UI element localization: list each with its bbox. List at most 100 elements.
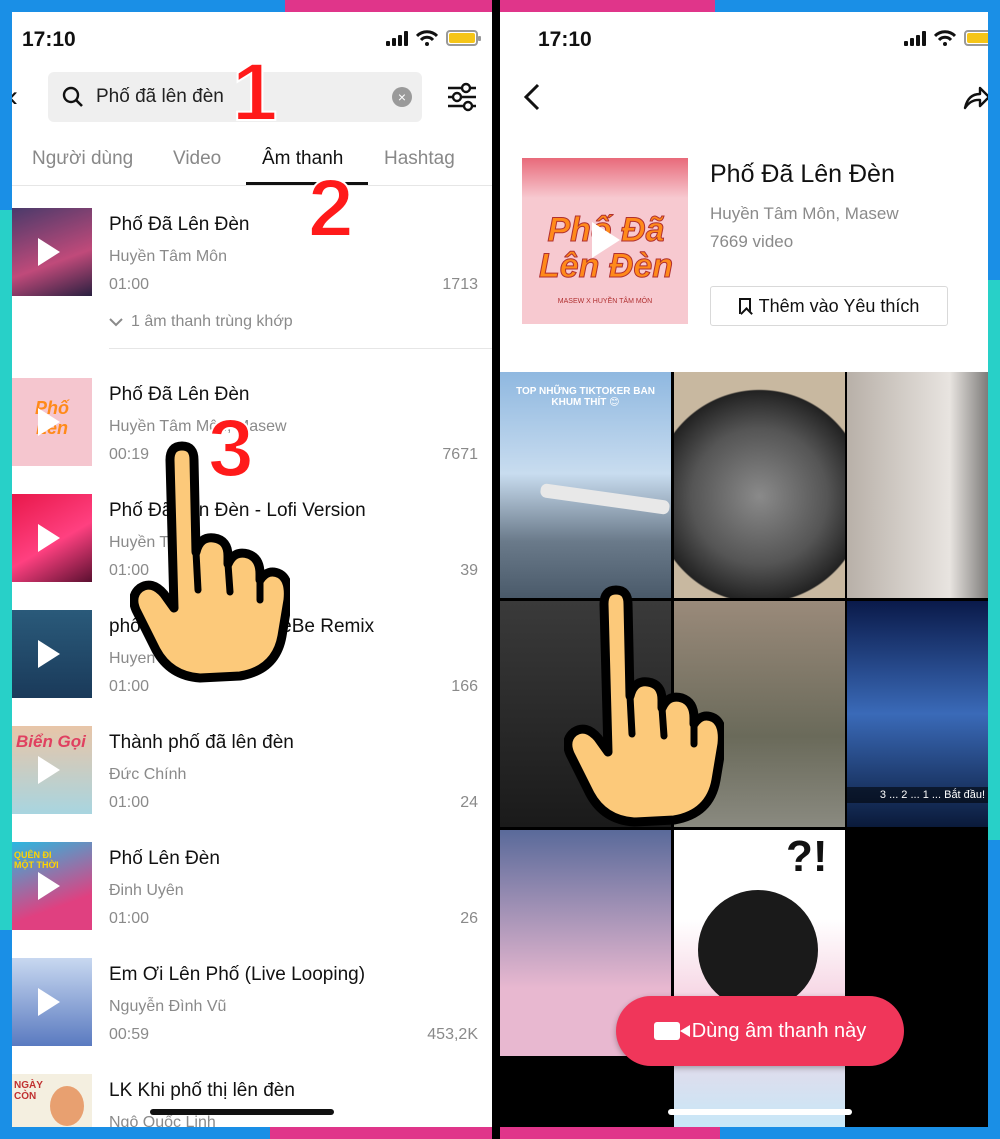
cover-decoration [522, 158, 688, 198]
sound-thumbnail: Biển Gọi [12, 726, 92, 814]
sound-thumbnail: Phố Lên [12, 378, 92, 466]
pointing-hand-icon [130, 441, 290, 683]
video-thumbnail[interactable]: ?! [674, 830, 845, 1127]
sound-result-item[interactable]: NGÀY CÒN LK Khi phố thị lên đèn Ngô Quốc… [12, 1074, 492, 1127]
video-caption: 3 ... 2 ... 1 ... Bắt đầu! [847, 787, 988, 803]
thumbnail-art-text: NGÀY CÒN [14, 1080, 43, 1102]
sound-result-item[interactable]: Biển Gọi Thành phố đã lên đèn Đức Chính … [12, 726, 492, 826]
divider [109, 348, 492, 349]
tab-hashtag[interactable]: Hashtag [384, 148, 455, 170]
step-marker-2: 2 [307, 162, 355, 255]
sound-artist: Đinh Uyên [109, 882, 184, 899]
step-marker-1: 1 [231, 46, 279, 139]
video-thumbnail[interactable] [847, 372, 988, 598]
thumbnail-art-text: Biển Gọi [16, 732, 86, 751]
sound-title: LK Khi phố thị lên đèn [109, 1080, 295, 1101]
screens-divider [492, 0, 500, 1139]
add-to-favorites-label: Thêm vào Yêu thích [758, 295, 920, 316]
wifi-icon [416, 30, 438, 46]
sound-usage-count: 166 [451, 678, 478, 695]
search-tabs: Người dùng Video Âm thanh Hashtag [12, 140, 492, 186]
play-icon [38, 408, 60, 436]
sound-usage-count: 1713 [442, 276, 478, 293]
home-indicator [150, 1109, 334, 1115]
sound-detail-screen: 17:10 Phố Đã Lên Đèn MASEW X HUYỀN TÂM M… [500, 12, 988, 1127]
bookmark-icon [738, 298, 751, 314]
sound-result-item[interactable]: QUÊN ĐI MỘT THỜI Phố Lên Đèn Đinh Uyên 0… [12, 842, 492, 942]
wifi-icon [934, 30, 956, 46]
sound-artist: Huyền Tâm Môn, Masew [109, 418, 287, 435]
sound-artist: Đức Chính [109, 766, 187, 783]
play-icon [38, 640, 60, 668]
matching-sounds-toggle[interactable]: 1 âm thanh trùng khớp [109, 313, 293, 331]
video-thumbnail[interactable]: TOP NHỮNG TIKTOKER BAN KHUM THÍT 😊 [500, 372, 671, 598]
tab-video[interactable]: Video [173, 148, 221, 170]
sound-title: Phố Đã Lên Đèn [109, 214, 250, 235]
search-query: Phố đã lên đèn [96, 86, 224, 107]
play-icon[interactable] [592, 222, 620, 258]
tab-users[interactable]: Người dùng [32, 148, 133, 170]
sound-thumbnail [12, 958, 92, 1046]
battery-icon [446, 30, 481, 46]
add-to-favorites-button[interactable]: Thêm vào Yêu thích [710, 286, 948, 326]
sound-title: Em Ơi Lên Phố (Live Looping) [109, 964, 366, 985]
thumbnail-art-text: QUÊN ĐI MỘT THỜI [14, 850, 59, 870]
video-caption: ?! [786, 832, 828, 881]
share-icon[interactable] [962, 84, 988, 112]
frame-stripe-left [0, 210, 12, 930]
sound-thumbnail [12, 494, 92, 582]
sound-thumbnail: QUÊN ĐI MỘT THỜI [12, 842, 92, 930]
status-icons [904, 30, 988, 46]
battery-icon [964, 30, 988, 46]
sound-result-item[interactable]: Em Ơi Lên Phố (Live Looping) Nguyễn Đình… [12, 958, 492, 1058]
sound-artist: Huyền Tâm Môn [109, 248, 227, 265]
use-this-sound-label: Dùng âm thanh này [691, 1019, 867, 1042]
matching-sounds-label: 1 âm thanh trùng khớp [131, 313, 293, 330]
sound-title: Thành phố đã lên đèn [109, 732, 294, 753]
play-icon [38, 524, 60, 552]
sound-duration: 01:00 [109, 794, 150, 811]
sound-duration: 01:00 [109, 276, 150, 293]
search-results-screen: 17:10 ‹ Phố đã lên đèn × Người dùng Vide… [12, 12, 492, 1127]
chevron-down-icon [109, 318, 123, 327]
sound-artist: Nguyễn Đình Vũ [109, 998, 227, 1015]
play-icon [38, 988, 60, 1016]
frame-stripe-right [988, 280, 1000, 840]
video-thumbnail[interactable]: 3 ... 2 ... 1 ... Bắt đầu! [847, 601, 988, 827]
sound-usage-count: 453,2K [427, 1026, 478, 1043]
video-caption: TOP NHỮNG TIKTOKER BAN KHUM THÍT 😊 [516, 386, 655, 408]
sound-usage-count: 24 [460, 794, 478, 811]
home-indicator [668, 1109, 852, 1115]
status-time: 17:10 [538, 28, 592, 51]
sound-video-count: 7669 video [710, 232, 794, 251]
camera-icon [653, 1022, 690, 1040]
back-arrow-icon[interactable]: ‹ [12, 82, 18, 112]
thumbnail-face [50, 1086, 84, 1126]
filter-icon[interactable] [446, 82, 478, 112]
sound-artists[interactable]: Huyền Tâm Môn, Masew [710, 204, 899, 224]
manga-character [698, 890, 818, 1010]
play-icon [38, 238, 60, 266]
sound-result-item[interactable]: Phố Đã Lên Đèn Huyền Tâm Môn 01:00 1713 [12, 208, 492, 358]
sound-cover: Phố Đã Lên Đèn MASEW X HUYỀN TÂM MÔN [522, 158, 688, 324]
use-this-sound-button[interactable]: Dùng âm thanh này [616, 996, 904, 1066]
clear-icon[interactable]: × [392, 87, 412, 107]
search-icon [62, 86, 83, 107]
play-icon [38, 872, 60, 900]
sound-title: Phố Đã Lên Đèn [710, 160, 895, 188]
video-thumbnail[interactable] [674, 372, 845, 598]
sound-artist: Ngô Quốc Linh [109, 1114, 216, 1127]
sound-usage-count: 26 [460, 910, 478, 927]
pointing-hand-icon [564, 585, 724, 827]
status-icons [386, 30, 481, 46]
sound-usage-count: 39 [460, 562, 478, 579]
sound-duration: 01:00 [109, 910, 150, 927]
back-arrow-icon[interactable] [522, 82, 542, 112]
frame-stripe-top [285, 0, 715, 12]
sound-thumbnail: NGÀY CÒN [12, 1074, 92, 1127]
sound-duration: 00:59 [109, 1026, 150, 1043]
sound-thumbnail [12, 610, 92, 698]
signal-icon [386, 30, 408, 46]
sound-usage-count: 7671 [442, 446, 478, 463]
airplane-wing [539, 483, 671, 515]
